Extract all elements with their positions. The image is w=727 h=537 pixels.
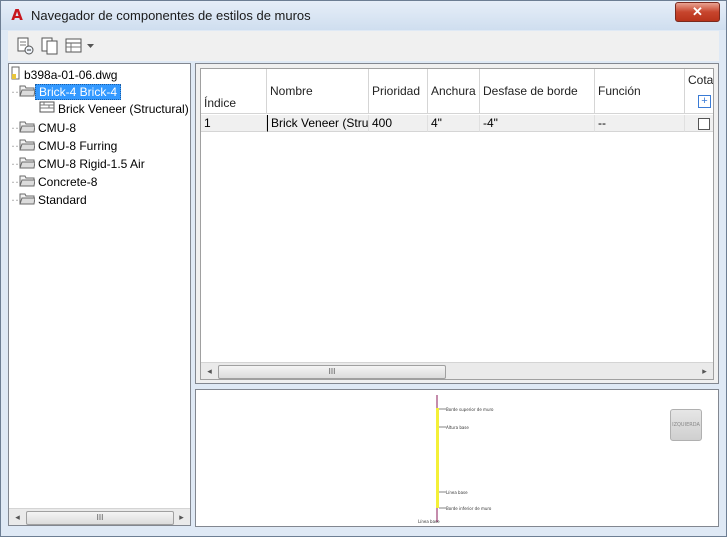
scroll-thumb[interactable]: III bbox=[218, 365, 446, 379]
dialog-window: A Navegador de componentes de estilos de… bbox=[0, 0, 727, 537]
preview-label: Línea base bbox=[418, 519, 440, 524]
preview-label: Altura base bbox=[446, 425, 469, 430]
tree-item-concrete-8[interactable]: ·· Concrete-8 bbox=[11, 173, 100, 190]
column-header-desfase[interactable]: Desfase de borde bbox=[480, 69, 595, 114]
tree-root[interactable]: b398a-01-06.dwg bbox=[11, 66, 120, 83]
close-button[interactable]: ✕ bbox=[675, 2, 720, 22]
folder-icon bbox=[19, 173, 36, 192]
cota-checkbox[interactable] bbox=[698, 118, 710, 130]
column-header-nombre[interactable]: Nombre bbox=[267, 69, 369, 114]
tree-item-label: Standard bbox=[38, 192, 87, 207]
table-cell-funcion[interactable]: -- bbox=[595, 115, 685, 132]
tree-item-label: CMU-8 Rigid-1.5 Air bbox=[38, 156, 145, 171]
table-cell-anchura[interactable]: 4" bbox=[428, 115, 480, 132]
column-header-funcion[interactable]: Función bbox=[595, 69, 685, 114]
preview-label: Línea base bbox=[446, 490, 468, 495]
preview-label: Borde inferior de muro bbox=[446, 506, 492, 511]
folder-icon bbox=[19, 155, 36, 174]
wall-preview-panel: Borde superior de muro Altura base Línea… bbox=[195, 389, 719, 527]
tree-item-cmu-8[interactable]: ·· CMU-8 bbox=[11, 119, 79, 136]
tree-item-brick-4[interactable]: ·· Brick-4 Brick-4 bbox=[11, 83, 122, 102]
dropdown-arrow-icon[interactable] bbox=[85, 36, 97, 56]
add-dimension-icon[interactable]: + bbox=[698, 95, 711, 108]
tree-item-cmu-8-furring[interactable]: ·· CMU-8 Furring bbox=[11, 137, 120, 154]
title-bar[interactable]: A Navegador de componentes de estilos de… bbox=[1, 1, 726, 30]
new-component-icon[interactable] bbox=[14, 36, 36, 56]
folder-icon bbox=[19, 137, 36, 156]
scroll-left-icon[interactable]: ◂ bbox=[9, 509, 26, 525]
tree-item-label: CMU-8 Furring bbox=[38, 138, 118, 153]
component-tree[interactable]: b398a-01-06.dwg ·· Brick-4 Brick-4 Brick … bbox=[8, 63, 191, 526]
tree-item-brick-veneer[interactable]: Brick Veneer (Structural) bbox=[39, 101, 190, 118]
tree-item-cmu-8-rigid[interactable]: ·· CMU-8 Rigid-1.5 Air bbox=[11, 155, 148, 172]
grid-horizontal-scrollbar[interactable]: ◂ III ▸ bbox=[201, 362, 713, 379]
scroll-left-icon[interactable]: ◂ bbox=[201, 363, 218, 379]
autocad-logo-icon: A bbox=[11, 6, 23, 24]
toolbar bbox=[8, 31, 719, 61]
preview-label: Borde superior de muro bbox=[446, 407, 494, 412]
wall-section-preview: Borde superior de muro Altura base Línea… bbox=[418, 395, 494, 524]
folder-icon bbox=[19, 119, 36, 138]
table-view-icon[interactable] bbox=[63, 36, 85, 56]
scroll-thumb[interactable]: III bbox=[26, 511, 174, 525]
folder-icon bbox=[19, 83, 36, 102]
tree-root-label: b398a-01-06.dwg bbox=[24, 67, 118, 82]
table-cell-cota[interactable] bbox=[685, 115, 713, 132]
table-cell-desfase[interactable]: -4" bbox=[480, 115, 595, 132]
column-header-prioridad[interactable]: Prioridad bbox=[369, 69, 428, 114]
column-header-cota[interactable]: Cota + bbox=[685, 69, 713, 114]
tree-item-label: CMU-8 bbox=[38, 120, 76, 135]
table-cell-nombre[interactable]: Brick Veneer (Stru... bbox=[267, 115, 369, 132]
scroll-right-icon[interactable]: ▸ bbox=[696, 363, 713, 379]
table-cell-indice[interactable]: 1 bbox=[201, 115, 267, 132]
copy-component-icon[interactable] bbox=[39, 36, 61, 56]
tree-item-label: Concrete-8 bbox=[38, 174, 98, 189]
column-header-anchura[interactable]: Anchura bbox=[428, 69, 480, 114]
window-title: Navegador de componentes de estilos de m… bbox=[31, 8, 311, 23]
components-grid-panel: Índice Nombre Prioridad Anchura Desfase … bbox=[195, 63, 719, 384]
tree-item-standard[interactable]: ·· Standard bbox=[11, 191, 90, 208]
orientation-button[interactable]: IZQUIERDA bbox=[670, 409, 702, 441]
tree-item-label: Brick Veneer (Structural) bbox=[58, 102, 189, 116]
column-header-indice[interactable]: Índice bbox=[201, 69, 267, 114]
tree-item-label: Brick-4 Brick-4 bbox=[35, 83, 122, 100]
folder-icon bbox=[19, 191, 36, 210]
wall-component-icon bbox=[39, 101, 55, 118]
table-cell-prioridad[interactable]: 400 bbox=[369, 115, 428, 132]
components-grid: Índice Nombre Prioridad Anchura Desfase … bbox=[200, 68, 714, 380]
tree-horizontal-scrollbar[interactable]: ◂ III ▸ bbox=[9, 508, 190, 525]
scroll-right-icon[interactable]: ▸ bbox=[173, 509, 190, 525]
